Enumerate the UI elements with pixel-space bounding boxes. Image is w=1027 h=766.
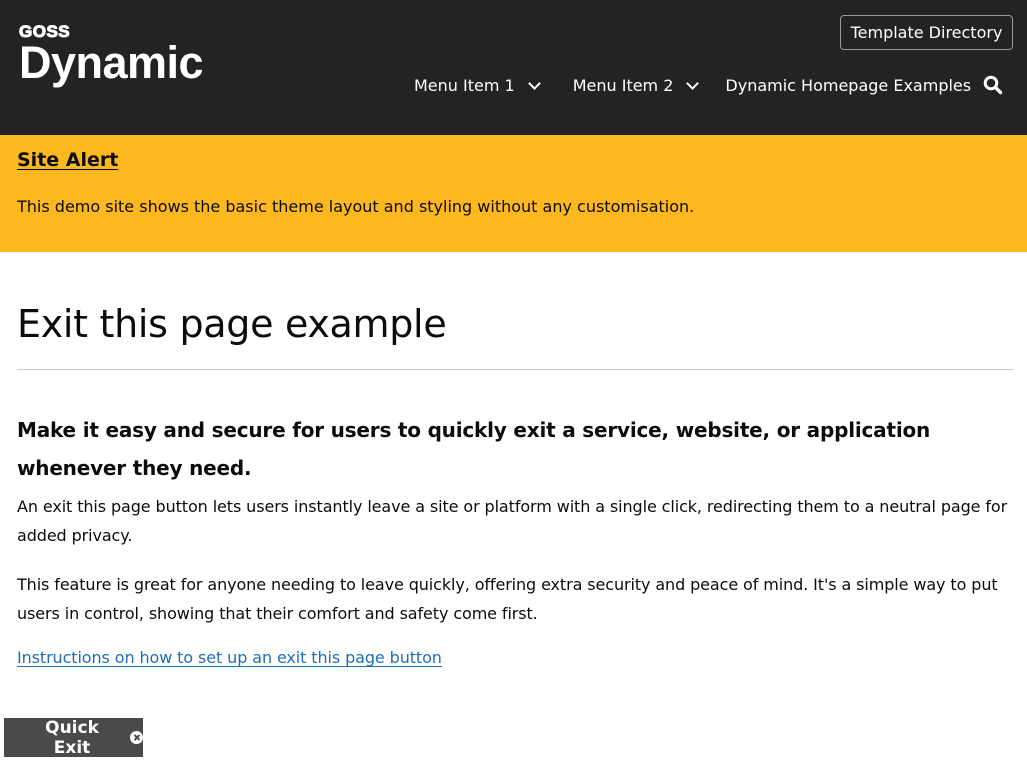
search-button[interactable] xyxy=(983,75,1005,97)
quick-exit-button[interactable]: Quick Exit xyxy=(4,717,143,758)
logo-product: Dynamic xyxy=(19,37,204,88)
main-content: Exit this page example Make it easy and … xyxy=(0,302,1027,667)
paragraph: This feature is great for anyone needing… xyxy=(17,575,998,623)
goss-dynamic-logo[interactable]: GOSS Dynamic xyxy=(18,23,204,88)
nav-item-label: Menu Item 2 xyxy=(572,76,674,95)
main-nav: Menu Item 1 Menu Item 2 Dynamic Homepage… xyxy=(414,76,971,95)
site-alert-title[interactable]: Site Alert xyxy=(17,149,118,171)
nav-item-label: Dynamic Homepage Examples xyxy=(725,76,972,95)
title-divider xyxy=(17,369,1013,370)
nav-item-dynamic-homepage-examples[interactable]: Dynamic Homepage Examples xyxy=(725,76,971,95)
page-title: Exit this page example xyxy=(17,302,447,346)
site-alert: Site Alert This demo site shows the basi… xyxy=(0,135,1027,252)
site-alert-text: This demo site shows the basic theme lay… xyxy=(17,197,695,216)
chevron-down-icon xyxy=(527,77,541,90)
close-circle-icon xyxy=(130,731,143,744)
nav-item-menu-2[interactable]: Menu Item 2 xyxy=(572,76,700,95)
search-icon xyxy=(983,75,1003,95)
paragraph: An exit this page button lets users inst… xyxy=(17,497,1008,545)
quick-exit-label: Quick Exit xyxy=(45,717,99,758)
intro-heading: Make it easy and secure for users to qui… xyxy=(17,418,931,480)
instructions-link[interactable]: Instructions on how to set up an exit th… xyxy=(17,648,442,667)
chevron-down-icon xyxy=(686,77,700,90)
template-directory-button[interactable]: Template Directory xyxy=(840,15,1013,50)
nav-item-menu-1[interactable]: Menu Item 1 xyxy=(414,76,541,95)
site-header: GOSS Dynamic Template Directory Menu Ite… xyxy=(0,0,1027,135)
nav-item-label: Menu Item 1 xyxy=(414,76,515,95)
